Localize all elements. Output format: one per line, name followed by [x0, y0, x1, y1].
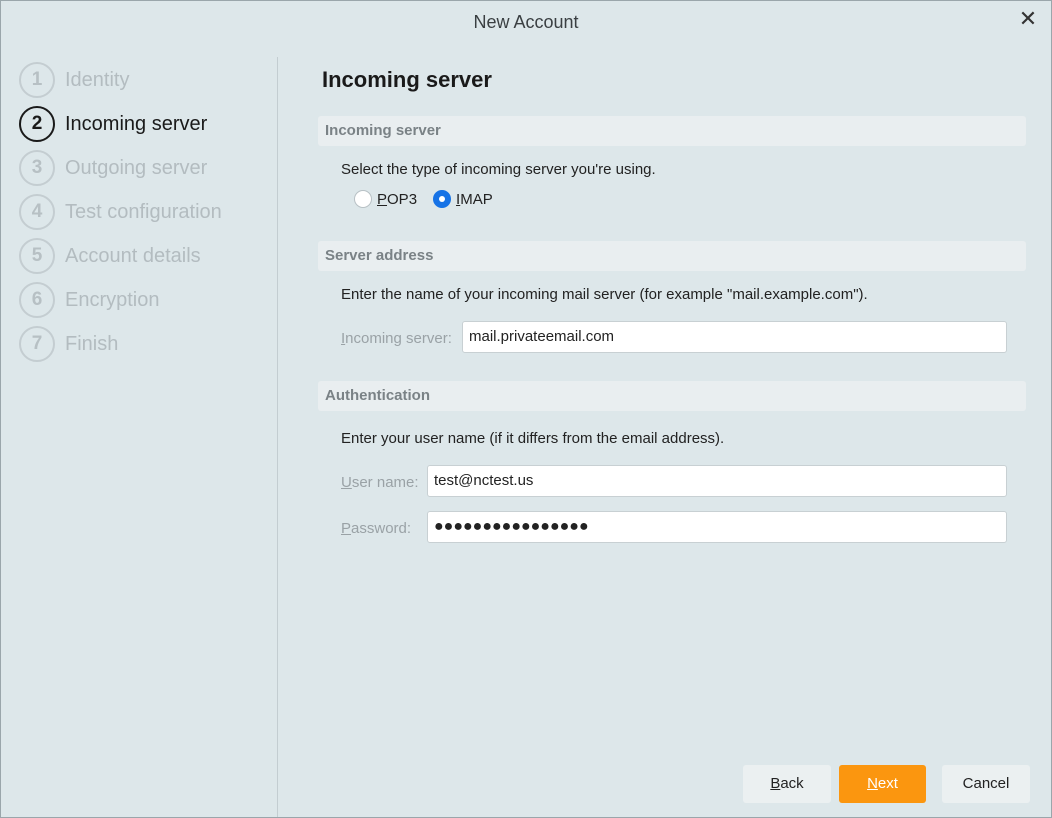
step-account-details: 5 Account details	[19, 238, 201, 274]
step-label: Finish	[65, 332, 119, 355]
step-label: Outgoing server	[65, 156, 208, 179]
imap-label[interactable]: IMAP	[456, 191, 493, 208]
server-type-radio-group: POP3 IMAP	[354, 190, 509, 208]
password-input[interactable]: ●●●●●●●●●●●●●●●●	[427, 511, 1007, 543]
step-encryption: 6 Encryption	[19, 282, 160, 318]
next-button[interactable]: Next	[839, 765, 926, 803]
step-number: 1	[19, 62, 55, 98]
username-label: User name:	[341, 474, 419, 491]
new-account-dialog: New Account ✕ 1 Identity 2 Incoming serv…	[0, 0, 1052, 818]
pop3-radio[interactable]	[354, 190, 372, 208]
step-label: Test configuration	[65, 200, 222, 223]
step-outgoing-server: 3 Outgoing server	[19, 150, 207, 186]
step-label: Incoming server	[65, 112, 208, 135]
step-incoming-server: 2 Incoming server	[19, 106, 207, 142]
step-number: 6	[19, 282, 55, 318]
step-number: 7	[19, 326, 55, 362]
step-label: Account details	[65, 244, 201, 267]
pop3-label[interactable]: POP3	[377, 191, 417, 208]
step-label: Identity	[65, 68, 130, 91]
authentication-description: Enter your user name (if it differs from…	[341, 430, 725, 447]
section-header-incoming-server: Incoming server	[318, 116, 1026, 146]
back-button[interactable]: Back	[743, 765, 831, 803]
step-test-configuration: 4 Test configuration	[19, 194, 222, 230]
server-type-description: Select the type of incoming server you'r…	[341, 161, 656, 178]
step-number: 4	[19, 194, 55, 230]
step-number: 3	[19, 150, 55, 186]
step-number: 2	[19, 106, 55, 142]
imap-radio[interactable]	[433, 190, 452, 208]
server-address-description: Enter the name of your incoming mail ser…	[341, 286, 868, 303]
section-header-server-address: Server address	[318, 241, 1026, 271]
step-label: Encryption	[65, 288, 160, 311]
page-title: Incoming server	[322, 67, 492, 92]
step-identity: 1 Identity	[19, 62, 129, 98]
wizard-steps-sidebar: 1 Identity 2 Incoming server 3 Outgoing …	[1, 57, 278, 817]
section-header-authentication: Authentication	[318, 381, 1026, 411]
window-title: New Account	[473, 12, 579, 32]
incoming-server-label: Incoming server:	[341, 330, 452, 347]
username-input[interactable]: test@nctest.us	[427, 465, 1007, 497]
cancel-button[interactable]: Cancel	[942, 765, 1030, 803]
step-number: 5	[19, 238, 55, 274]
step-finish: 7 Finish	[19, 326, 118, 362]
incoming-server-input[interactable]: mail.privateemail.com	[462, 321, 1007, 353]
password-label: Password:	[341, 520, 412, 537]
title-bar: New Account ✕	[1, 1, 1051, 45]
close-icon[interactable]: ✕	[1017, 9, 1039, 31]
